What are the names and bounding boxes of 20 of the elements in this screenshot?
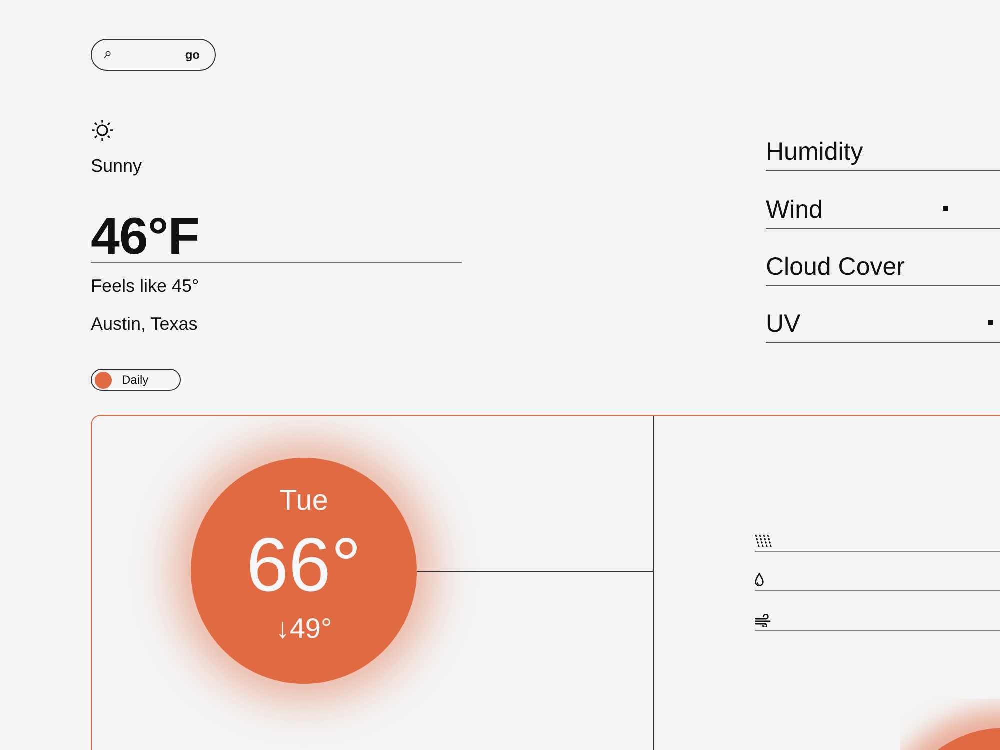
detail-label: Humidity — [766, 137, 864, 168]
feels-like-text: Feels like 45° — [91, 275, 200, 297]
high-temperature: 66° — [246, 528, 362, 604]
location-text: Austin, Texas — [91, 313, 198, 335]
daily-toggle[interactable]: Daily — [91, 369, 181, 391]
detail-label: UV — [766, 309, 801, 340]
low-temperature: ↓49° — [276, 614, 332, 644]
search-field[interactable]: go — [91, 39, 216, 71]
temperature: 46°F — [91, 212, 200, 262]
weather-condition: Sunny — [91, 155, 142, 177]
go-button[interactable]: go — [185, 48, 200, 62]
search-icon — [104, 51, 111, 59]
detail-label: Cloud Cover — [766, 252, 905, 282]
wind-icon — [755, 614, 772, 626]
dot-icon — [95, 372, 112, 388]
sun-icon — [91, 119, 114, 142]
day-label: Tue — [280, 485, 328, 517]
drop-icon — [755, 573, 764, 587]
rain-icon — [755, 534, 772, 548]
detail-label: Wind — [766, 194, 823, 225]
